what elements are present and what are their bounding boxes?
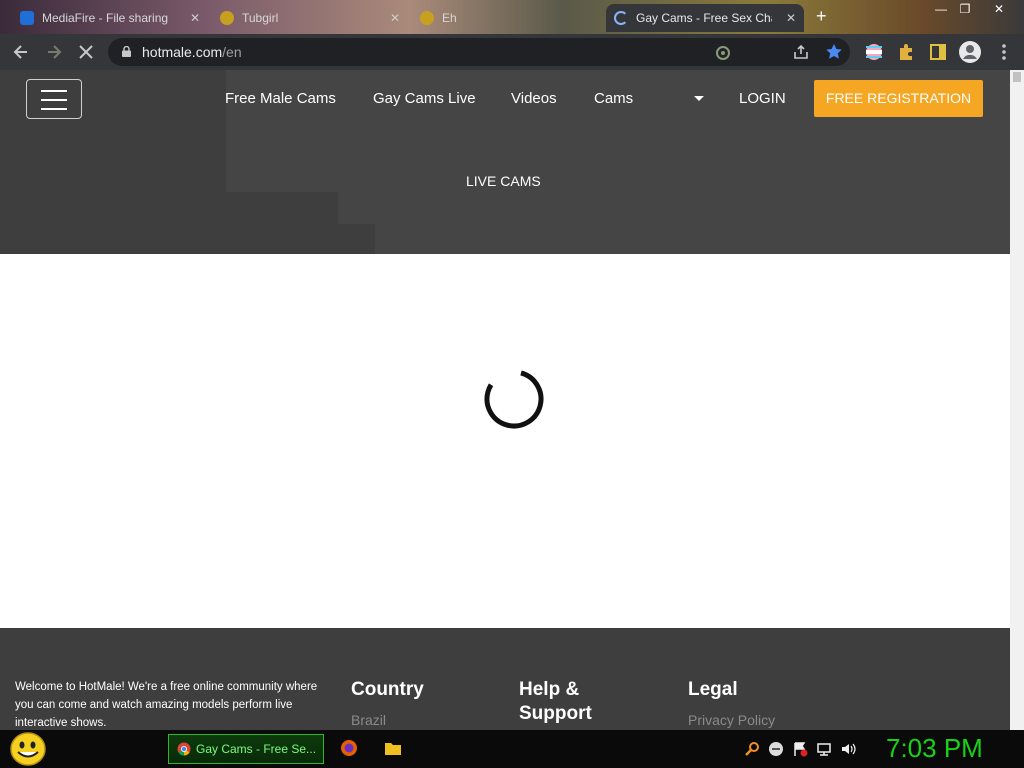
- close-icon[interactable]: ✕: [786, 11, 796, 25]
- tab-title: Gay Cams - Free Sex Cha: [636, 11, 772, 25]
- messenger-icon[interactable]: [768, 741, 784, 757]
- close-window-icon[interactable]: ✕: [984, 0, 1014, 18]
- url-path: /en: [222, 44, 242, 60]
- taskbar-clock[interactable]: 7:03 PM: [886, 733, 983, 764]
- page-scrollbar[interactable]: [1010, 70, 1024, 730]
- restore-icon[interactable]: ❐: [950, 0, 980, 18]
- header-backdrop: [338, 192, 1010, 224]
- live-cams-heading: LIVE CAMS: [466, 173, 541, 189]
- network-icon[interactable]: [816, 741, 832, 757]
- tab-title: Eh: [442, 11, 457, 25]
- tab-gay-cams[interactable]: Gay Cams - Free Sex Cha ✕: [606, 4, 804, 32]
- browser-toolbar: hotmale.com/en: [0, 34, 1024, 70]
- taskbar-task-label: Gay Cams - Free Se...: [196, 742, 317, 756]
- address-bar[interactable]: hotmale.com/en: [108, 38, 850, 66]
- camera-access-icon[interactable]: [712, 42, 734, 62]
- nav-free-male-cams[interactable]: Free Male Cams: [225, 90, 336, 107]
- extensions-puzzle-icon[interactable]: [896, 42, 916, 62]
- site-header: Free Male Cams Gay Cams Live Videos Cams…: [0, 70, 1010, 254]
- forward-arrow-icon[interactable]: [44, 42, 64, 62]
- tab-mediafire[interactable]: MediaFire - File sharing ✕: [12, 4, 208, 32]
- share-icon[interactable]: [792, 43, 810, 61]
- stop-loading-icon[interactable]: [76, 42, 96, 62]
- site-favicon-icon: [420, 11, 434, 25]
- footer-welcome-text: Welcome to HotMale! We're a free online …: [15, 681, 318, 729]
- dropdown-caret-icon[interactable]: [694, 96, 704, 101]
- scrollbar-thumb[interactable]: [1013, 72, 1021, 82]
- site-footer: Welcome to HotMale! We're a free online …: [0, 628, 1010, 730]
- taskbar-chrome-window[interactable]: Gay Cams - Free Se...: [168, 734, 324, 764]
- site-favicon-icon: [220, 11, 234, 25]
- close-icon[interactable]: ✕: [190, 11, 200, 25]
- firefox-icon[interactable]: [340, 739, 358, 757]
- browser-tab-strip: MediaFire - File sharing ✕ Tubgirl ✕ Eh …: [0, 0, 1024, 34]
- tab-title: MediaFire - File sharing: [42, 11, 169, 25]
- loading-spinner-icon: [484, 369, 544, 429]
- mediafire-favicon-icon: [20, 11, 34, 25]
- menu-kebab-icon[interactable]: [994, 42, 1014, 62]
- footer-link-brazil[interactable]: Brazil: [351, 712, 386, 728]
- nav-gay-cams-live[interactable]: Gay Cams Live: [373, 90, 476, 107]
- search-icon[interactable]: [744, 741, 760, 757]
- back-arrow-icon[interactable]: [11, 42, 31, 62]
- url-host: hotmale.com: [142, 44, 223, 60]
- start-button-smiley-icon[interactable]: [8, 731, 46, 767]
- url-text: hotmale.com/en: [142, 44, 242, 60]
- nav-videos[interactable]: Videos: [511, 90, 557, 107]
- tab-tubgirl[interactable]: Tubgirl ✕: [212, 4, 408, 32]
- login-link[interactable]: LOGIN: [739, 90, 786, 107]
- side-panel-icon[interactable]: [928, 42, 948, 62]
- lock-icon: [122, 46, 131, 57]
- header-backdrop: [375, 224, 1010, 254]
- hamburger-menu-button[interactable]: [26, 79, 82, 119]
- bookmark-star-icon[interactable]: [824, 42, 844, 62]
- page-content: Free Male Cams Gay Cams Live Videos Cams…: [0, 70, 1010, 730]
- footer-heading-help-support: Help & Support: [519, 679, 592, 724]
- tab-eh[interactable]: Eh: [412, 4, 602, 32]
- chrome-icon: [177, 742, 191, 756]
- tab-title: Tubgirl: [242, 11, 279, 25]
- action-center-flag-icon[interactable]: [792, 741, 808, 757]
- profile-avatar-icon[interactable]: [958, 40, 982, 64]
- extension-flag-icon[interactable]: [864, 42, 884, 62]
- footer-heading-country: Country: [351, 679, 424, 700]
- folder-icon[interactable]: [384, 739, 402, 757]
- close-icon[interactable]: ✕: [390, 11, 400, 25]
- volume-icon[interactable]: [840, 741, 856, 757]
- free-registration-button[interactable]: FREE REGISTRATION: [814, 80, 983, 117]
- loading-favicon-icon: [614, 11, 628, 25]
- nav-cams[interactable]: Cams: [594, 90, 633, 107]
- new-tab-button[interactable]: +: [816, 6, 827, 27]
- footer-link-privacy-policy[interactable]: Privacy Policy: [688, 712, 775, 728]
- footer-heading-legal: Legal: [688, 679, 738, 700]
- os-taskbar: Gay Cams - Free Se... 7:03 PM: [0, 730, 1024, 768]
